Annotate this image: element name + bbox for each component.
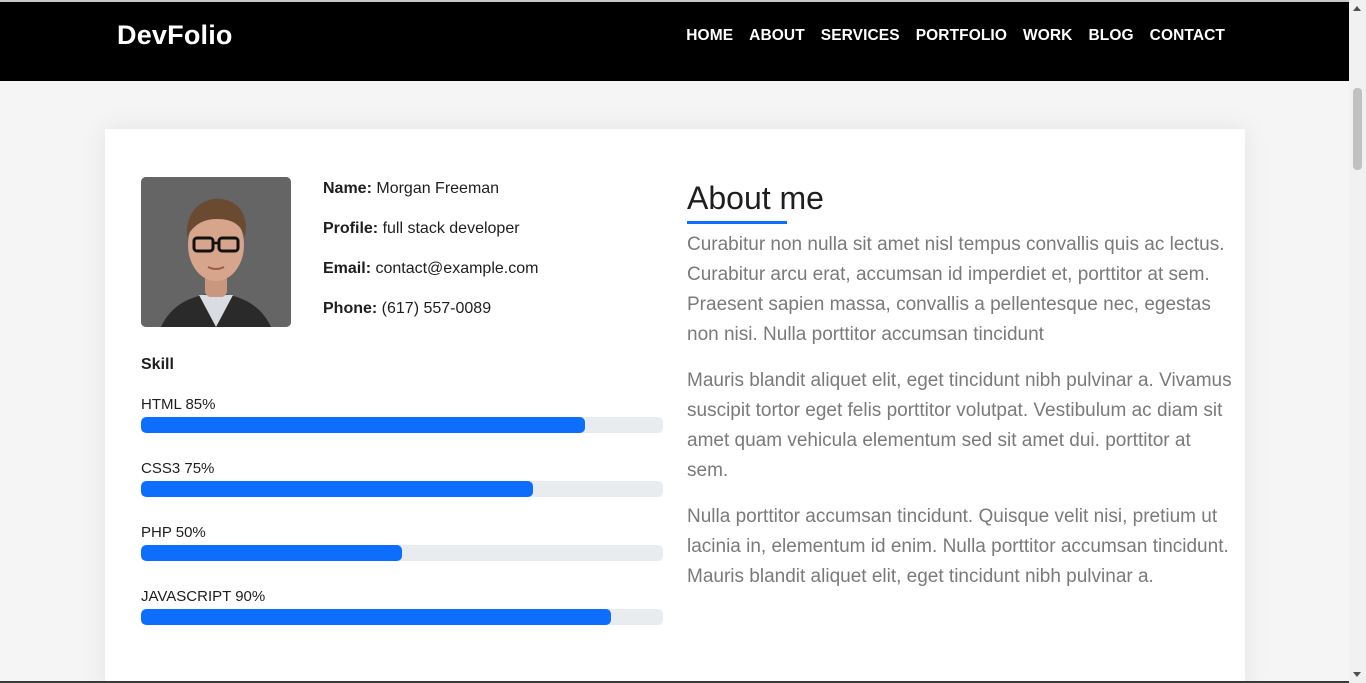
progress-track [141, 609, 663, 625]
about-paragraph: Curabitur non nulla sit amet nisl tempus… [687, 234, 1225, 345]
progress-track [141, 417, 663, 433]
scroll-up-icon[interactable] [1353, 6, 1361, 11]
about-card: Name: Morgan Freeman Profile: full stack… [105, 129, 1245, 683]
skill-heading: Skill [141, 356, 174, 373]
scroll-down-icon[interactable] [1353, 672, 1361, 677]
progress-fill [141, 609, 611, 625]
skill-item-javascript: JAVASCRIPT 90% [141, 588, 663, 652]
profile-info: Name: Morgan Freeman Profile: full stack… [323, 179, 538, 339]
skills-list: HTML 85% CSS3 75% PHP 50% JAVASCRIPT 90% [141, 396, 663, 652]
email-value: contact@example.com [375, 260, 539, 277]
nav-link-contact[interactable]: CONTACT [1150, 27, 1225, 45]
phone-value: (617) 557-0089 [381, 300, 492, 317]
nav-menu: HOME ABOUT SERVICES PORTFOLIO WORK BLOG … [686, 27, 1225, 45]
profile-value: full stack developer [382, 220, 520, 237]
about-paragraph: Nulla porttitor accumsan tincidunt. Quis… [687, 506, 1229, 587]
nav-link-services[interactable]: SERVICES [821, 27, 900, 45]
scroll-thumb[interactable] [1353, 88, 1362, 170]
about-paragraph: Mauris blandit aliquet elit, eget tincid… [687, 370, 1232, 481]
info-row-profile: Profile: full stack developer [323, 219, 538, 259]
progress-track [141, 545, 663, 561]
skill-label: PHP 50% [141, 524, 206, 541]
skill-item-php: PHP 50% [141, 524, 663, 588]
title-underline [687, 221, 787, 224]
page: DevFolio HOME ABOUT SERVICES PORTFOLIO W… [0, 0, 1366, 683]
info-row-email: Email: contact@example.com [323, 259, 538, 299]
skill-label: JAVASCRIPT 90% [141, 588, 266, 605]
name-label: Name: [323, 180, 372, 197]
avatar [141, 177, 291, 327]
about-title: About me [687, 180, 824, 216]
skill-item-html: HTML 85% [141, 396, 663, 460]
phone-label: Phone: [323, 300, 378, 317]
brand-logo-link[interactable]: DevFolio [117, 20, 233, 51]
name-value: Morgan Freeman [376, 180, 500, 197]
info-row-name: Name: Morgan Freeman [323, 179, 538, 219]
nav-link-work[interactable]: WORK [1023, 27, 1072, 45]
progress-fill [141, 417, 585, 433]
nav-link-blog[interactable]: BLOG [1088, 27, 1133, 45]
navbar: DevFolio HOME ABOUT SERVICES PORTFOLIO W… [0, 0, 1349, 81]
skill-label: HTML 85% [141, 396, 216, 413]
nav-link-portfolio[interactable]: PORTFOLIO [916, 27, 1007, 45]
profile-photo-icon [141, 177, 291, 327]
email-label: Email: [323, 260, 372, 277]
nav-link-home[interactable]: HOME [686, 27, 733, 45]
progress-fill [141, 481, 533, 497]
progress-track [141, 481, 663, 497]
skill-item-css3: CSS3 75% [141, 460, 663, 524]
skill-label: CSS3 75% [141, 460, 215, 477]
about-section: About me Curabitur non nulla sit amet ni… [687, 179, 1235, 608]
nav-link-about[interactable]: ABOUT [749, 27, 805, 45]
profile-label: Profile: [323, 220, 379, 237]
progress-fill [141, 545, 402, 561]
info-row-phone: Phone: (617) 557-0089 [323, 299, 538, 339]
scrollbar[interactable] [1349, 0, 1366, 683]
